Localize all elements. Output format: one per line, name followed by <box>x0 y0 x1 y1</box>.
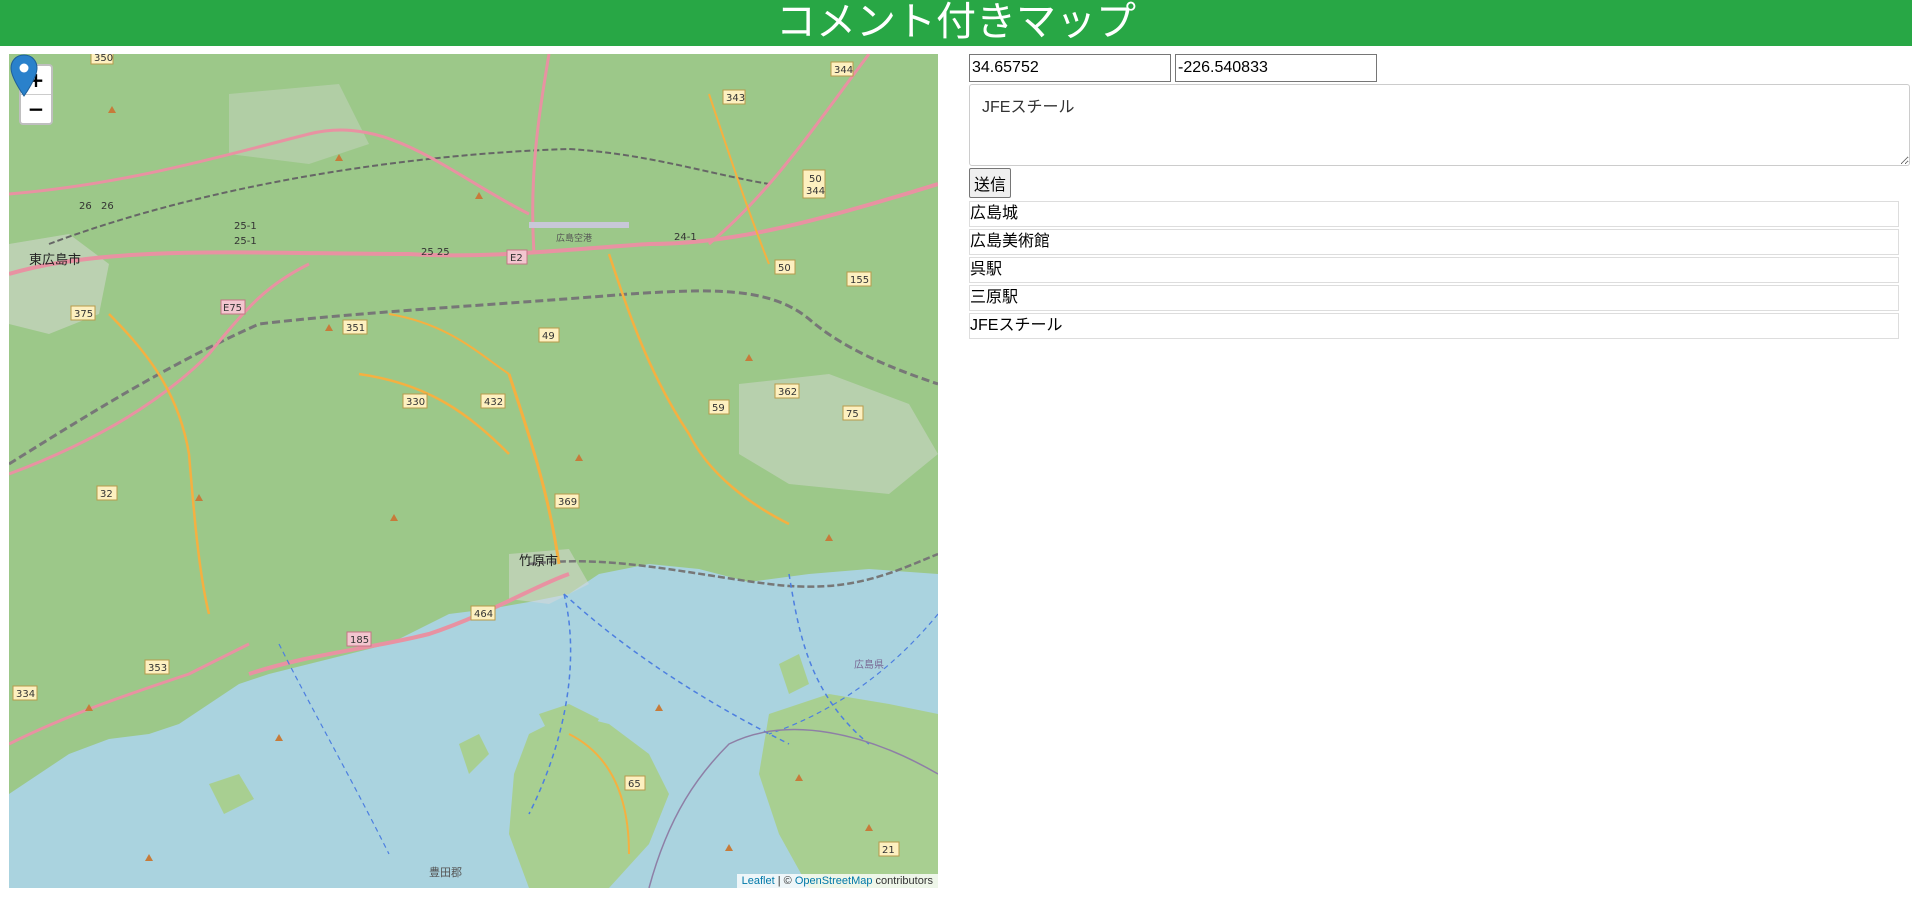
comment-panel: JFEスチール 送信 広島城 広島美術館 呉駅 三原駅 JFEスチール <box>969 54 1910 341</box>
osm-link[interactable]: OpenStreetMap <box>795 875 873 887</box>
send-button[interactable]: 送信 <box>969 168 1012 198</box>
map-view[interactable]: 東広島市 竹原市 広島空港 豊田郡 広島県 350 343 344 50 344 … <box>9 54 938 888</box>
attribution-separator: | © <box>774 875 795 887</box>
attribution-suffix: contributors <box>872 875 933 887</box>
latitude-input[interactable] <box>969 54 1171 82</box>
map-tiles[interactable] <box>9 54 938 888</box>
comment-textarea[interactable]: JFEスチール <box>969 84 1910 166</box>
zoom-out-button[interactable]: − <box>21 95 51 123</box>
map-marker-icon[interactable] <box>9 54 39 98</box>
list-item[interactable]: 三原駅 <box>969 285 1899 311</box>
list-item[interactable]: 呉駅 <box>969 257 1899 283</box>
list-item[interactable]: 広島城 <box>969 201 1899 227</box>
list-item[interactable]: 広島美術館 <box>969 229 1899 255</box>
coordinate-inputs <box>969 54 1899 82</box>
page-title: コメント付きマップ <box>0 0 1912 46</box>
leaflet-link[interactable]: Leaflet <box>742 875 775 887</box>
map-attribution: Leaflet | © OpenStreetMap contributors <box>736 874 938 888</box>
longitude-input[interactable] <box>1175 54 1377 82</box>
comment-list: 広島城 広島美術館 呉駅 三原駅 JFEスチール <box>969 201 1899 339</box>
list-item[interactable]: JFEスチール <box>969 313 1899 339</box>
